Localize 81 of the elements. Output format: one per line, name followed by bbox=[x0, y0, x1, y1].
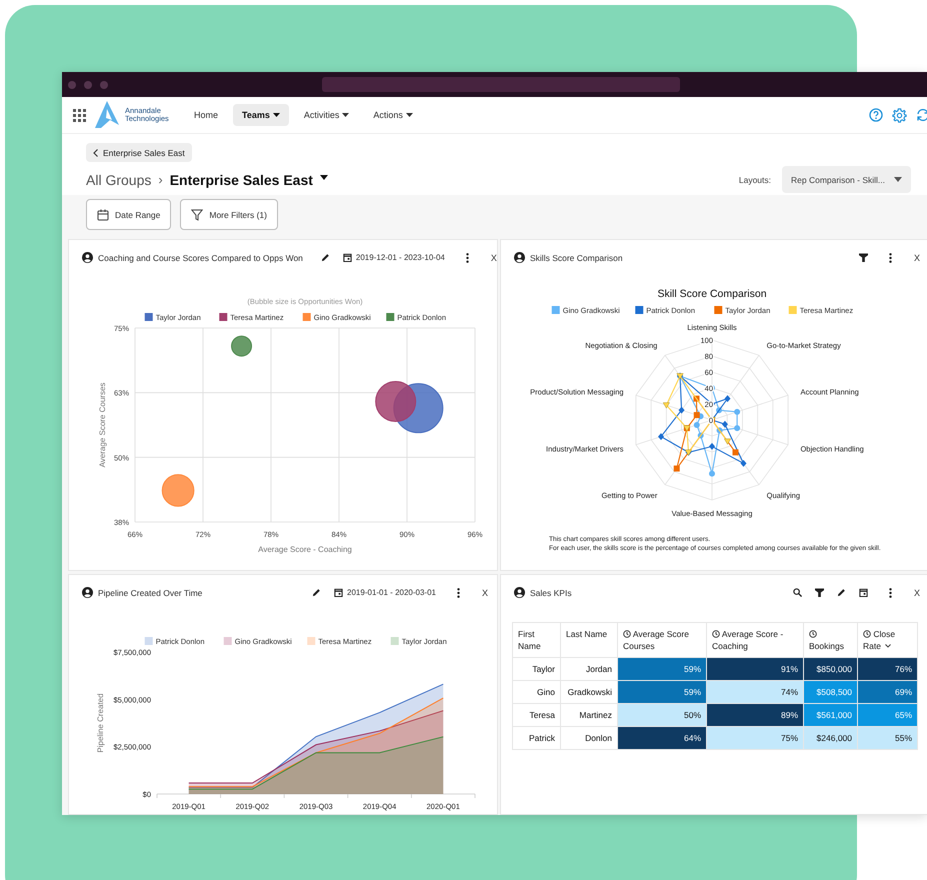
help-icon[interactable] bbox=[869, 108, 883, 122]
table-cell: $561,000 bbox=[804, 704, 858, 726]
more-icon[interactable] bbox=[888, 252, 892, 262]
table-cell: 59% bbox=[618, 680, 706, 704]
nav-item[interactable]: Home bbox=[185, 104, 228, 126]
back-button[interactable]: Enterprise Sales East bbox=[86, 143, 192, 162]
edit-icon[interactable] bbox=[320, 253, 330, 262]
page-title: Enterprise Sales East bbox=[170, 172, 313, 188]
more-icon[interactable] bbox=[888, 588, 892, 598]
column-header[interactable]: Last Name bbox=[560, 622, 618, 658]
table-cell: Teresa bbox=[512, 704, 560, 726]
table-cell: 75% bbox=[706, 726, 804, 750]
date-range-button[interactable]: 2019-12-01 - 2023-10-04 bbox=[342, 253, 445, 262]
filter-icon[interactable] bbox=[858, 253, 868, 262]
clock-icon bbox=[809, 630, 817, 638]
refresh-icon[interactable] bbox=[916, 108, 927, 122]
table-cell: 89% bbox=[706, 704, 804, 726]
table-cell: Patrick bbox=[512, 726, 560, 750]
close-button[interactable]: X bbox=[482, 588, 488, 598]
layouts-label: Layouts: bbox=[738, 174, 771, 184]
edit-icon[interactable] bbox=[312, 588, 322, 597]
table-cell: 65% bbox=[858, 704, 918, 726]
calendar-icon bbox=[97, 208, 109, 220]
more-icon[interactable] bbox=[466, 252, 469, 262]
filter-icon bbox=[191, 208, 204, 220]
nav-item[interactable]: Teams bbox=[233, 104, 289, 126]
close-button[interactable]: X bbox=[914, 252, 920, 262]
table-cell: 91% bbox=[706, 658, 804, 680]
table-cell: 64% bbox=[618, 726, 706, 750]
widget-title: Coaching and Course Scores Compared to Opps Won bbox=[98, 252, 303, 262]
app-grid-icon[interactable] bbox=[73, 108, 86, 122]
edit-icon[interactable] bbox=[836, 588, 846, 597]
table-cell: 74% bbox=[706, 680, 804, 704]
calendar-icon[interactable] bbox=[858, 588, 868, 597]
widget-title: Sales KPIs bbox=[530, 588, 572, 598]
breadcrumb-separator: › bbox=[158, 172, 163, 187]
table-cell: $850,000 bbox=[804, 658, 858, 680]
clock-icon bbox=[863, 630, 871, 638]
widget-title: Pipeline Created Over Time bbox=[98, 588, 202, 598]
table-cell: Taylor bbox=[512, 658, 560, 680]
layout-dropdown[interactable]: Rep Comparison - Skill... bbox=[782, 166, 911, 193]
nav-item[interactable]: Activities bbox=[294, 104, 358, 126]
filters-button[interactable]: More Filters (1) bbox=[180, 199, 278, 230]
user-icon bbox=[82, 587, 93, 598]
date-range-button[interactable]: 2019-01-01 - 2020-03-01 bbox=[334, 588, 436, 597]
nav-item[interactable]: Actions bbox=[364, 104, 422, 126]
date-range-button[interactable]: Date Range bbox=[86, 199, 172, 230]
sort-icon[interactable] bbox=[885, 644, 892, 648]
user-icon bbox=[82, 252, 93, 263]
calendar-icon bbox=[334, 588, 344, 597]
more-icon[interactable] bbox=[456, 588, 460, 598]
chevron-left-icon bbox=[93, 148, 98, 156]
table-cell: 59% bbox=[618, 658, 706, 680]
bubble[interactable] bbox=[375, 380, 416, 422]
filter-icon[interactable] bbox=[814, 588, 824, 597]
table-cell: $508,500 bbox=[804, 680, 858, 704]
table-cell: 69% bbox=[858, 680, 918, 704]
table-cell: 50% bbox=[618, 704, 706, 726]
user-icon bbox=[514, 252, 525, 263]
table-cell: $246,000 bbox=[804, 726, 858, 750]
caret-icon bbox=[894, 177, 902, 182]
table-cell: 76% bbox=[858, 658, 918, 680]
widget-title: Skills Score Comparison bbox=[530, 252, 623, 262]
axis-title: Average Score Courses bbox=[98, 382, 107, 468]
bubble[interactable] bbox=[231, 336, 252, 357]
clock-icon bbox=[712, 630, 720, 638]
search-icon[interactable] bbox=[792, 588, 802, 597]
column-header[interactable]: First Name bbox=[512, 622, 560, 658]
settings-icon[interactable] bbox=[892, 108, 907, 122]
calendar-icon bbox=[342, 253, 352, 262]
caret-icon[interactable] bbox=[320, 175, 328, 180]
chart-title: Skill Score Comparison bbox=[657, 288, 767, 300]
axis-title: Average Score - Coaching bbox=[258, 545, 352, 554]
table-cell: Gino bbox=[512, 680, 560, 704]
close-button[interactable]: X bbox=[914, 588, 920, 598]
table-cell: 55% bbox=[858, 726, 918, 750]
breadcrumb-link[interactable]: All Groups bbox=[86, 172, 152, 188]
axis-title: Pipeline Created bbox=[96, 693, 105, 753]
user-icon bbox=[514, 587, 525, 598]
clock-icon bbox=[623, 630, 631, 638]
close-button[interactable]: X bbox=[490, 252, 497, 262]
